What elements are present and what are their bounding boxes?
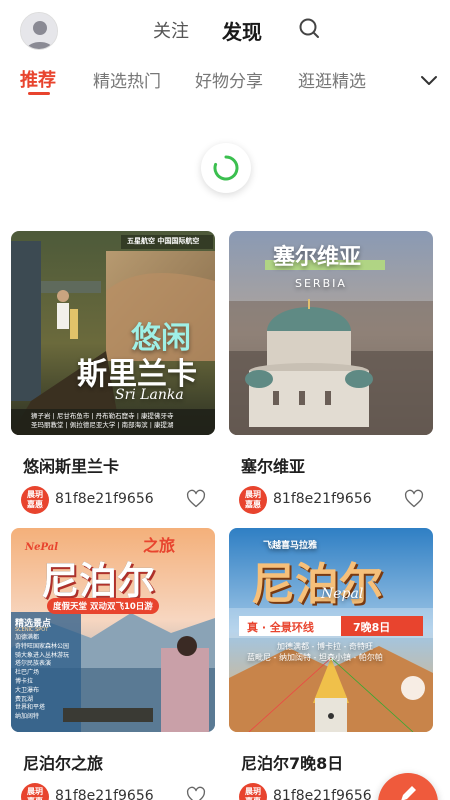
post-meta: 晨玥 嘉惠 81f8e21f9656: [21, 782, 215, 800]
heart-icon: [186, 786, 206, 800]
cover-headline: 塞尔维亚: [273, 245, 362, 270]
post-title[interactable]: 尼泊尔之旅: [23, 750, 103, 774]
like-button[interactable]: [186, 786, 206, 800]
like-button[interactable]: [404, 489, 424, 509]
cover-route-1: 加德满都 - 博卡拉 - 奇特旺: [277, 642, 373, 651]
category-tab-browse[interactable]: 逛逛精选: [298, 67, 366, 92]
search-button[interactable]: [298, 17, 322, 41]
post-cover-image[interactable]: NePal 尼泊尔 之旅 度假天堂 双动双飞10日游 精选景点 SCENIC S…: [11, 528, 215, 732]
category-tab-goods[interactable]: 好物分享: [195, 67, 263, 92]
author-avatar[interactable]: 晨玥 嘉惠: [239, 486, 267, 514]
category-tab-recommended[interactable]: 推荐: [20, 66, 56, 92]
chevron-down-icon: [421, 76, 437, 85]
cover-spots-list: 加德满都 奇特旺国家森林公园 骑大象进入丛林游玩 塔尔民族表演 杜巴广场 博卡拉…: [15, 634, 79, 722]
cover-spots-subtitle: SCENIC SPOT: [15, 627, 49, 633]
cover-headline: 尼泊尔: [251, 559, 383, 610]
category-tabs: 推荐 精选热门 好物分享 逛逛精选: [0, 60, 450, 100]
active-tab-indicator: [28, 92, 50, 95]
cover-script: SERBIA: [295, 277, 347, 290]
cover-banner: 度假天堂 双动双飞10日游: [47, 598, 159, 614]
cover-headline-suffix: 之旅: [143, 536, 176, 555]
tab-discover[interactable]: 发现: [222, 16, 262, 45]
post-meta: 晨玥 嘉惠 81f8e21f9656: [239, 485, 433, 515]
post-cover-image[interactable]: 飞越喜马拉雅 尼泊尔 Nepal 真 · 全景环线 7晚8日 加德满都 - 博卡…: [229, 528, 433, 732]
top-nav: 关注 发现: [0, 0, 450, 60]
cover-footer: 狮子岩 | 尼甘布鱼市 | 丹布勒石窟寺 | 康提佛牙寺 圣玛丽教堂 | 佩拉德…: [31, 412, 174, 429]
heart-icon: [186, 489, 206, 508]
loading-spinner: [201, 143, 251, 193]
avatar-icon: [21, 13, 57, 49]
spot-item: 杜巴广场: [15, 669, 40, 677]
post-title[interactable]: 悠闲斯里兰卡: [23, 453, 119, 477]
author-name[interactable]: 81f8e21f9656: [55, 491, 154, 507]
cover-route-2: 蓝毗尼 - 纳加阔特 - 坦森小镇 - 帕尔帕: [247, 653, 383, 662]
spot-item: 博卡拉: [15, 677, 34, 685]
category-tab-hot[interactable]: 精选热门: [93, 67, 161, 92]
search-icon: [299, 18, 319, 38]
post-cover-image[interactable]: 五星航空 中国国际航空 悠闲 斯里兰卡 Sri Lanka 狮子岩 | 尼甘布鱼…: [11, 231, 215, 435]
spot-item: 奇特旺国家森林公园: [15, 642, 70, 650]
tab-follow[interactable]: 关注: [153, 17, 189, 43]
post-title[interactable]: 尼泊尔7晚8日: [241, 750, 343, 774]
spot-item: 纳加阔特: [15, 713, 40, 721]
pencil-icon: [401, 786, 416, 800]
author-name[interactable]: 81f8e21f9656: [55, 788, 154, 800]
user-avatar[interactable]: [20, 12, 58, 50]
author-name[interactable]: 81f8e21f9656: [273, 788, 372, 800]
spinner-icon: [213, 155, 239, 181]
cover-script: Sri Lanka: [115, 387, 184, 403]
author-avatar[interactable]: 晨玥 嘉惠: [21, 486, 49, 514]
expand-categories-button[interactable]: [418, 69, 440, 91]
like-button[interactable]: [186, 489, 206, 509]
spot-item: 塔尔民族表演: [15, 660, 52, 668]
author-name[interactable]: 81f8e21f9656: [273, 491, 372, 507]
cover-script: Nepal: [321, 586, 364, 602]
spot-item: 世界和平塔: [15, 704, 46, 712]
spot-item: 大卫瀑布: [15, 686, 40, 694]
cover-headline: 尼泊尔: [41, 559, 156, 603]
cover-banner-left: 真 · 全景环线: [247, 621, 314, 634]
author-avatar[interactable]: 晨玥 嘉惠: [21, 783, 49, 800]
heart-icon: [404, 489, 424, 508]
post-cover-image[interactable]: 塞尔维亚 SERBIA: [229, 231, 433, 435]
author-avatar[interactable]: 晨玥 嘉惠: [239, 783, 267, 800]
cover-badge: 五星航空 中国国际航空: [127, 237, 200, 245]
cover-banner-right: 7晚8日: [353, 621, 391, 634]
create-post-button[interactable]: [378, 773, 438, 800]
post-meta: 晨玥 嘉惠 81f8e21f9656: [21, 485, 215, 515]
post-title[interactable]: 塞尔维亚: [241, 453, 305, 477]
spot-item: 加德满都: [15, 634, 40, 641]
